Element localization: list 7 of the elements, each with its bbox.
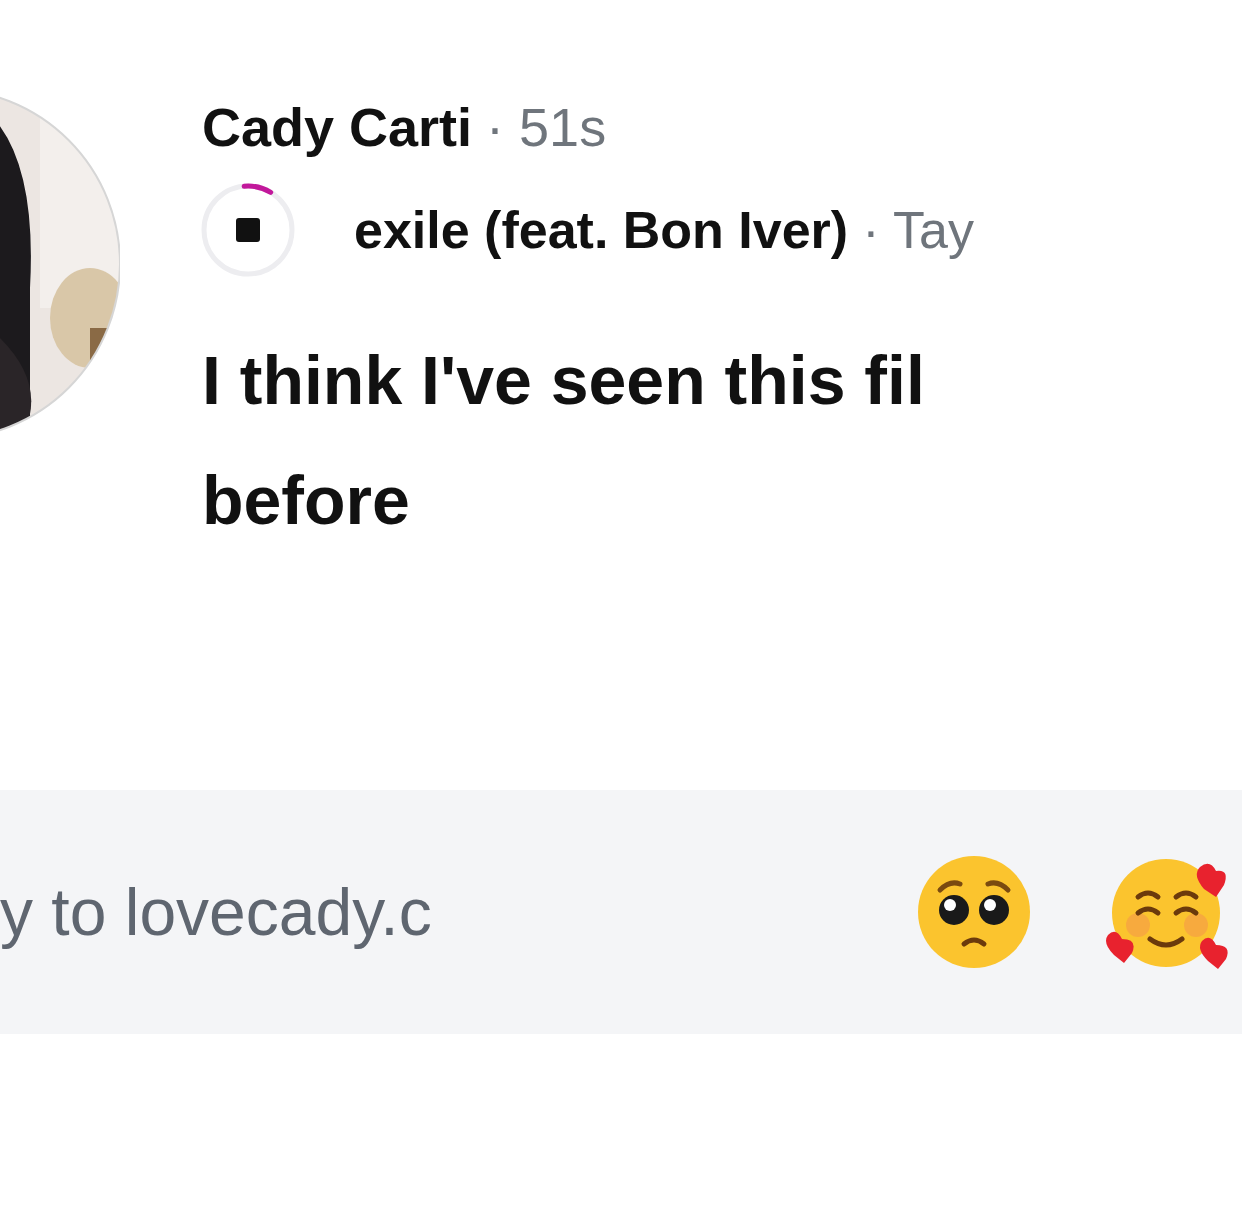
note-text: I think I've seen this fil	[202, 341, 926, 420]
song-title[interactable]: exile (feat. Bon Iver)	[354, 200, 849, 260]
song-artist: · Tay	[862, 200, 974, 260]
post-time: · 51s	[486, 96, 607, 158]
reply-field[interactable]: y to lovecady.c	[0, 874, 432, 950]
author-name[interactable]: Cady Carti	[202, 96, 473, 158]
note-text: before	[202, 461, 411, 540]
